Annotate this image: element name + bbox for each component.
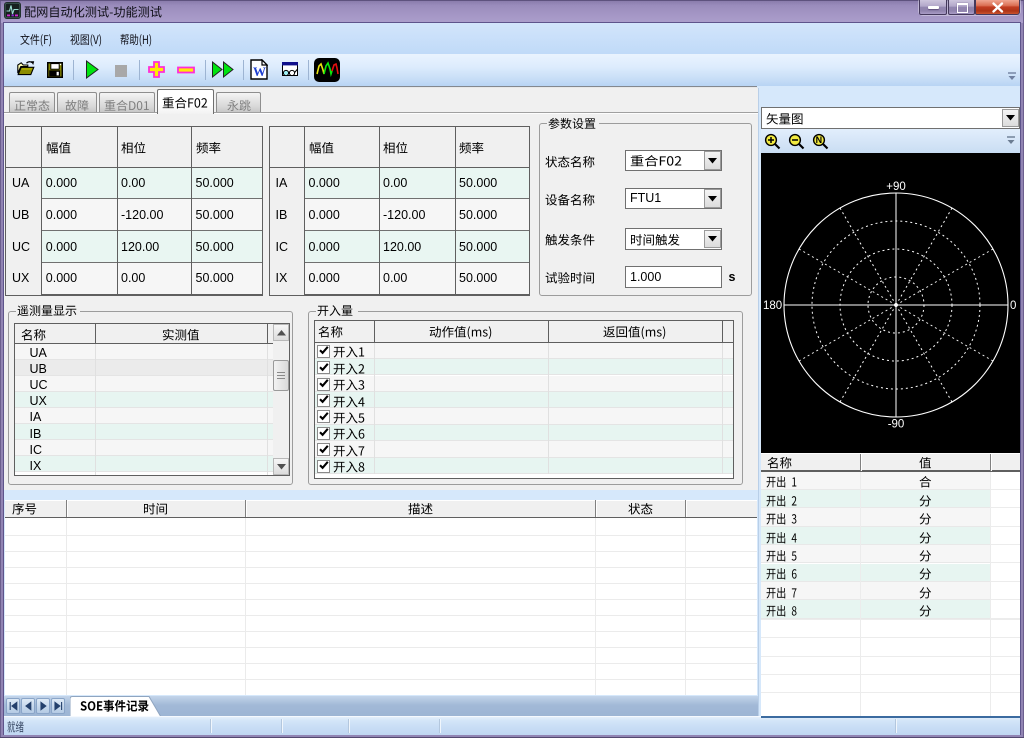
svg-text:N: N	[816, 135, 823, 145]
svg-text:180: 180	[763, 300, 782, 312]
svg-text:0: 0	[1010, 300, 1016, 312]
svg-text:W: W	[253, 64, 266, 79]
svg-text:+90: +90	[886, 181, 906, 193]
svg-text:-90: -90	[888, 419, 905, 431]
